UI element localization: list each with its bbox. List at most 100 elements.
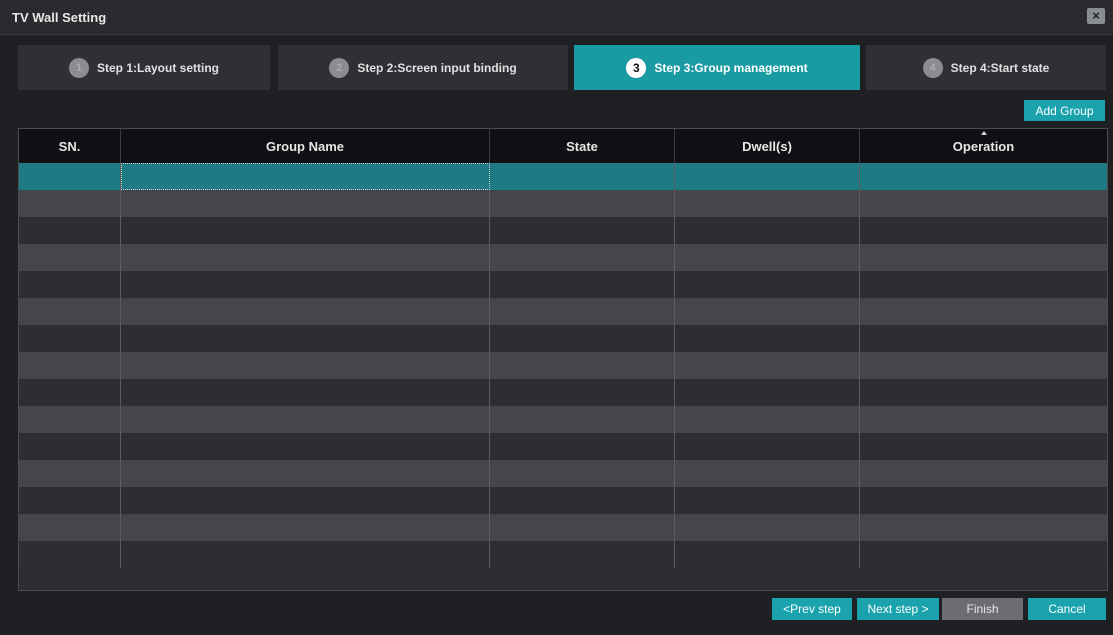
cell-group-name[interactable] [121,379,490,406]
cell-state[interactable] [490,163,675,190]
table-row[interactable] [19,190,1107,217]
cell-sn[interactable] [19,298,121,325]
cell-sn[interactable] [19,460,121,487]
cell-group-name[interactable] [121,190,490,217]
cell-group-name[interactable] [121,433,490,460]
cell-dwell[interactable] [675,433,860,460]
table-row[interactable] [19,541,1107,568]
cell-dwell[interactable] [675,514,860,541]
cell-sn[interactable] [19,379,121,406]
cell-state[interactable] [490,271,675,298]
cell-group-name[interactable] [121,460,490,487]
cell-state[interactable] [490,217,675,244]
cell-state[interactable] [490,298,675,325]
cell-operation[interactable] [860,541,1107,568]
table-row[interactable] [19,271,1107,298]
column-header-group-name[interactable]: Group Name [121,129,490,163]
cell-dwell[interactable] [675,379,860,406]
cell-group-name[interactable] [121,487,490,514]
cell-sn[interactable] [19,541,121,568]
table-row[interactable] [19,163,1107,190]
table-row[interactable] [19,433,1107,460]
cell-group-name[interactable] [121,406,490,433]
table-row[interactable] [19,298,1107,325]
cell-state[interactable] [490,433,675,460]
cancel-button[interactable]: Cancel [1028,598,1106,620]
cell-group-name[interactable] [121,271,490,298]
cell-state[interactable] [490,379,675,406]
cell-group-name[interactable] [121,352,490,379]
table-row[interactable] [19,352,1107,379]
table-row[interactable] [19,379,1107,406]
cell-sn[interactable] [19,325,121,352]
cell-operation[interactable] [860,271,1107,298]
next-step-button[interactable]: Next step > [857,598,939,620]
table-row[interactable] [19,217,1107,244]
cell-dwell[interactable] [675,244,860,271]
cell-group-name[interactable] [121,244,490,271]
cell-dwell[interactable] [675,406,860,433]
cell-sn[interactable] [19,244,121,271]
cell-operation[interactable] [860,406,1107,433]
step-tab-4[interactable]: 4 Step 4:Start state [866,45,1106,90]
cell-group-name[interactable] [121,298,490,325]
column-header-state[interactable]: State [490,129,675,163]
cell-operation[interactable] [860,163,1107,190]
cell-state[interactable] [490,514,675,541]
cell-operation[interactable] [860,487,1107,514]
table-row[interactable] [19,514,1107,541]
cell-operation[interactable] [860,352,1107,379]
column-header-sn[interactable]: SN. [19,129,121,163]
cell-group-name[interactable] [121,541,490,568]
cell-sn[interactable] [19,433,121,460]
cell-operation[interactable] [860,190,1107,217]
cell-group-name[interactable] [121,163,490,190]
table-row[interactable] [19,487,1107,514]
table-row[interactable] [19,460,1107,487]
cell-operation[interactable] [860,217,1107,244]
cell-sn[interactable] [19,352,121,379]
cell-state[interactable] [490,244,675,271]
cell-dwell[interactable] [675,271,860,298]
cell-sn[interactable] [19,514,121,541]
cell-sn[interactable] [19,163,121,190]
cell-dwell[interactable] [675,541,860,568]
cell-operation[interactable] [860,325,1107,352]
cell-dwell[interactable] [675,163,860,190]
cell-group-name[interactable] [121,514,490,541]
cell-operation[interactable] [860,460,1107,487]
cell-operation[interactable] [860,433,1107,460]
cell-sn[interactable] [19,406,121,433]
cell-operation[interactable] [860,379,1107,406]
cell-group-name[interactable] [121,217,490,244]
cell-group-name[interactable] [121,325,490,352]
table-row[interactable] [19,406,1107,433]
cell-dwell[interactable] [675,325,860,352]
finish-button[interactable]: Finish [942,598,1023,620]
cell-dwell[interactable] [675,460,860,487]
step-tab-1[interactable]: 1 Step 1:Layout setting [18,45,270,90]
table-row[interactable] [19,244,1107,271]
cell-state[interactable] [490,352,675,379]
cell-dwell[interactable] [675,352,860,379]
cell-sn[interactable] [19,217,121,244]
cell-operation[interactable] [860,514,1107,541]
cell-state[interactable] [490,541,675,568]
cell-state[interactable] [490,190,675,217]
cell-sn[interactable] [19,487,121,514]
cell-operation[interactable] [860,298,1107,325]
cell-dwell[interactable] [675,487,860,514]
step-tab-3[interactable]: 3 Step 3:Group management [574,45,860,90]
cell-operation[interactable] [860,244,1107,271]
cell-dwell[interactable] [675,190,860,217]
add-group-button[interactable]: Add Group [1024,100,1105,121]
cell-state[interactable] [490,460,675,487]
cell-state[interactable] [490,487,675,514]
cell-sn[interactable] [19,271,121,298]
cell-state[interactable] [490,406,675,433]
cell-state[interactable] [490,325,675,352]
column-header-operation[interactable]: Operation [860,129,1107,163]
close-button[interactable]: × [1087,8,1105,24]
step-tab-2[interactable]: 2 Step 2:Screen input binding [278,45,568,90]
cell-dwell[interactable] [675,217,860,244]
